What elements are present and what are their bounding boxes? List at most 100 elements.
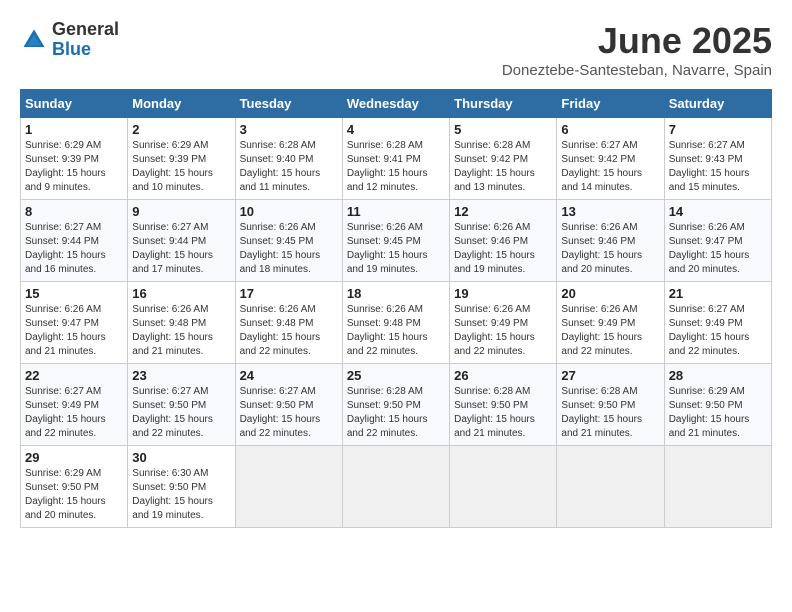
calendar-cell: 23 Sunrise: 6:27 AM Sunset: 9:50 PM Dayli… [128, 364, 235, 446]
day-info: Sunrise: 6:26 AM Sunset: 9:46 PM Dayligh… [561, 221, 659, 277]
day-number: 22 [25, 368, 123, 383]
calendar-cell: 20 Sunrise: 6:26 AM Sunset: 9:49 PM Dayli… [557, 282, 664, 364]
day-number: 27 [561, 368, 659, 383]
day-number: 3 [240, 122, 338, 137]
day-number: 17 [240, 286, 338, 301]
calendar-cell [342, 446, 449, 528]
logo-icon [20, 26, 48, 54]
day-info: Sunrise: 6:27 AM Sunset: 9:49 PM Dayligh… [669, 303, 767, 359]
day-info: Sunrise: 6:28 AM Sunset: 9:50 PM Dayligh… [561, 385, 659, 441]
day-number: 8 [25, 204, 123, 219]
logo-general: General [52, 20, 119, 40]
day-info: Sunrise: 6:28 AM Sunset: 9:40 PM Dayligh… [240, 139, 338, 195]
day-info: Sunrise: 6:26 AM Sunset: 9:47 PM Dayligh… [669, 221, 767, 277]
calendar-cell [664, 446, 771, 528]
logo: General Blue [20, 20, 119, 60]
day-number: 23 [132, 368, 230, 383]
day-number: 25 [347, 368, 445, 383]
day-info: Sunrise: 6:26 AM Sunset: 9:48 PM Dayligh… [240, 303, 338, 359]
calendar-cell: 1 Sunrise: 6:29 AM Sunset: 9:39 PM Daylig… [21, 118, 128, 200]
column-header-sunday: Sunday [21, 90, 128, 118]
day-number: 20 [561, 286, 659, 301]
day-number: 24 [240, 368, 338, 383]
column-header-monday: Monday [128, 90, 235, 118]
calendar-table: SundayMondayTuesdayWednesdayThursdayFrid… [20, 89, 772, 528]
calendar-subtitle: Doneztebe-Santesteban, Navarre, Spain [502, 62, 772, 79]
day-info: Sunrise: 6:26 AM Sunset: 9:46 PM Dayligh… [454, 221, 552, 277]
day-info: Sunrise: 6:29 AM Sunset: 9:50 PM Dayligh… [25, 467, 123, 523]
header: General Blue June 2025 Doneztebe-Santest… [20, 20, 772, 79]
calendar-cell: 8Sunrise: 6:27 AM Sunset: 9:44 PM Daylig… [21, 200, 128, 282]
calendar-cell: 16Sunrise: 6:26 AM Sunset: 9:48 PM Dayli… [128, 282, 235, 364]
calendar-cell: 2Sunrise: 6:29 AM Sunset: 9:39 PM Daylig… [128, 118, 235, 200]
day-number: 29 [25, 450, 123, 465]
day-info: Sunrise: 6:26 AM Sunset: 9:45 PM Dayligh… [240, 221, 338, 277]
column-header-wednesday: Wednesday [342, 90, 449, 118]
column-header-saturday: Saturday [664, 90, 771, 118]
calendar-cell: 10Sunrise: 6:26 AM Sunset: 9:45 PM Dayli… [235, 200, 342, 282]
day-number: 6 [561, 122, 659, 137]
day-number: 13 [561, 204, 659, 219]
day-info: Sunrise: 6:26 AM Sunset: 9:48 PM Dayligh… [347, 303, 445, 359]
header-row: SundayMondayTuesdayWednesdayThursdayFrid… [21, 90, 772, 118]
day-info: Sunrise: 6:27 AM Sunset: 9:49 PM Dayligh… [25, 385, 123, 441]
calendar-cell: 24 Sunrise: 6:27 AM Sunset: 9:50 PM Dayli… [235, 364, 342, 446]
calendar-cell: 7Sunrise: 6:27 AM Sunset: 9:43 PM Daylig… [664, 118, 771, 200]
day-number: 1 [25, 122, 123, 137]
calendar-cell: 29 Sunrise: 6:29 AM Sunset: 9:50 PM Dayli… [21, 446, 128, 528]
day-number: 14 [669, 204, 767, 219]
calendar-cell: 14 Sunrise: 6:26 AM Sunset: 9:47 PM Dayli… [664, 200, 771, 282]
calendar-cell: 30Sunrise: 6:30 AM Sunset: 9:50 PM Dayli… [128, 446, 235, 528]
day-number: 11 [347, 204, 445, 219]
calendar-week-1: 1 Sunrise: 6:29 AM Sunset: 9:39 PM Daylig… [21, 118, 772, 200]
day-info: Sunrise: 6:26 AM Sunset: 9:47 PM Dayligh… [25, 303, 123, 359]
day-number: 26 [454, 368, 552, 383]
calendar-week-3: 15 Sunrise: 6:26 AM Sunset: 9:47 PM Dayli… [21, 282, 772, 364]
day-info: Sunrise: 6:26 AM Sunset: 9:48 PM Dayligh… [132, 303, 230, 359]
day-info: Sunrise: 6:28 AM Sunset: 9:41 PM Dayligh… [347, 139, 445, 195]
day-number: 4 [347, 122, 445, 137]
day-info: Sunrise: 6:29 AM Sunset: 9:50 PM Dayligh… [669, 385, 767, 441]
calendar-cell: 5 Sunrise: 6:28 AM Sunset: 9:42 PM Daylig… [450, 118, 557, 200]
day-info: Sunrise: 6:26 AM Sunset: 9:45 PM Dayligh… [347, 221, 445, 277]
calendar-cell [235, 446, 342, 528]
column-header-tuesday: Tuesday [235, 90, 342, 118]
calendar-cell: 25Sunrise: 6:28 AM Sunset: 9:50 PM Dayli… [342, 364, 449, 446]
day-info: Sunrise: 6:27 AM Sunset: 9:50 PM Dayligh… [132, 385, 230, 441]
calendar-week-5: 29 Sunrise: 6:29 AM Sunset: 9:50 PM Dayli… [21, 446, 772, 528]
calendar-cell: 17 Sunrise: 6:26 AM Sunset: 9:48 PM Dayli… [235, 282, 342, 364]
logo-text: General Blue [52, 20, 119, 60]
day-info: Sunrise: 6:28 AM Sunset: 9:50 PM Dayligh… [454, 385, 552, 441]
day-info: Sunrise: 6:29 AM Sunset: 9:39 PM Dayligh… [25, 139, 123, 195]
calendar-cell: 6 Sunrise: 6:27 AM Sunset: 9:42 PM Daylig… [557, 118, 664, 200]
calendar-cell: 12 Sunrise: 6:26 AM Sunset: 9:46 PM Dayli… [450, 200, 557, 282]
day-info: Sunrise: 6:27 AM Sunset: 9:50 PM Dayligh… [240, 385, 338, 441]
calendar-cell: 3 Sunrise: 6:28 AM Sunset: 9:40 PM Daylig… [235, 118, 342, 200]
calendar-cell: 27 Sunrise: 6:28 AM Sunset: 9:50 PM Dayli… [557, 364, 664, 446]
calendar-cell: 26 Sunrise: 6:28 AM Sunset: 9:50 PM Dayli… [450, 364, 557, 446]
day-info: Sunrise: 6:27 AM Sunset: 9:42 PM Dayligh… [561, 139, 659, 195]
calendar-title: June 2025 [502, 20, 772, 62]
calendar-cell: 11 Sunrise: 6:26 AM Sunset: 9:45 PM Dayli… [342, 200, 449, 282]
day-number: 28 [669, 368, 767, 383]
day-number: 21 [669, 286, 767, 301]
day-number: 5 [454, 122, 552, 137]
calendar-cell: 9Sunrise: 6:27 AM Sunset: 9:44 PM Daylig… [128, 200, 235, 282]
calendar-cell: 4 Sunrise: 6:28 AM Sunset: 9:41 PM Daylig… [342, 118, 449, 200]
calendar-cell: 28 Sunrise: 6:29 AM Sunset: 9:50 PM Dayli… [664, 364, 771, 446]
day-number: 15 [25, 286, 123, 301]
day-number: 19 [454, 286, 552, 301]
calendar-week-2: 8Sunrise: 6:27 AM Sunset: 9:44 PM Daylig… [21, 200, 772, 282]
calendar-cell: 15 Sunrise: 6:26 AM Sunset: 9:47 PM Dayli… [21, 282, 128, 364]
day-info: Sunrise: 6:26 AM Sunset: 9:49 PM Dayligh… [454, 303, 552, 359]
calendar-cell: 13 Sunrise: 6:26 AM Sunset: 9:46 PM Dayli… [557, 200, 664, 282]
day-number: 12 [454, 204, 552, 219]
calendar-week-4: 22 Sunrise: 6:27 AM Sunset: 9:49 PM Dayli… [21, 364, 772, 446]
day-number: 9 [132, 204, 230, 219]
day-info: Sunrise: 6:26 AM Sunset: 9:49 PM Dayligh… [561, 303, 659, 359]
day-number: 18 [347, 286, 445, 301]
column-header-thursday: Thursday [450, 90, 557, 118]
day-number: 2 [132, 122, 230, 137]
day-info: Sunrise: 6:28 AM Sunset: 9:42 PM Dayligh… [454, 139, 552, 195]
calendar-cell: 18 Sunrise: 6:26 AM Sunset: 9:48 PM Dayli… [342, 282, 449, 364]
